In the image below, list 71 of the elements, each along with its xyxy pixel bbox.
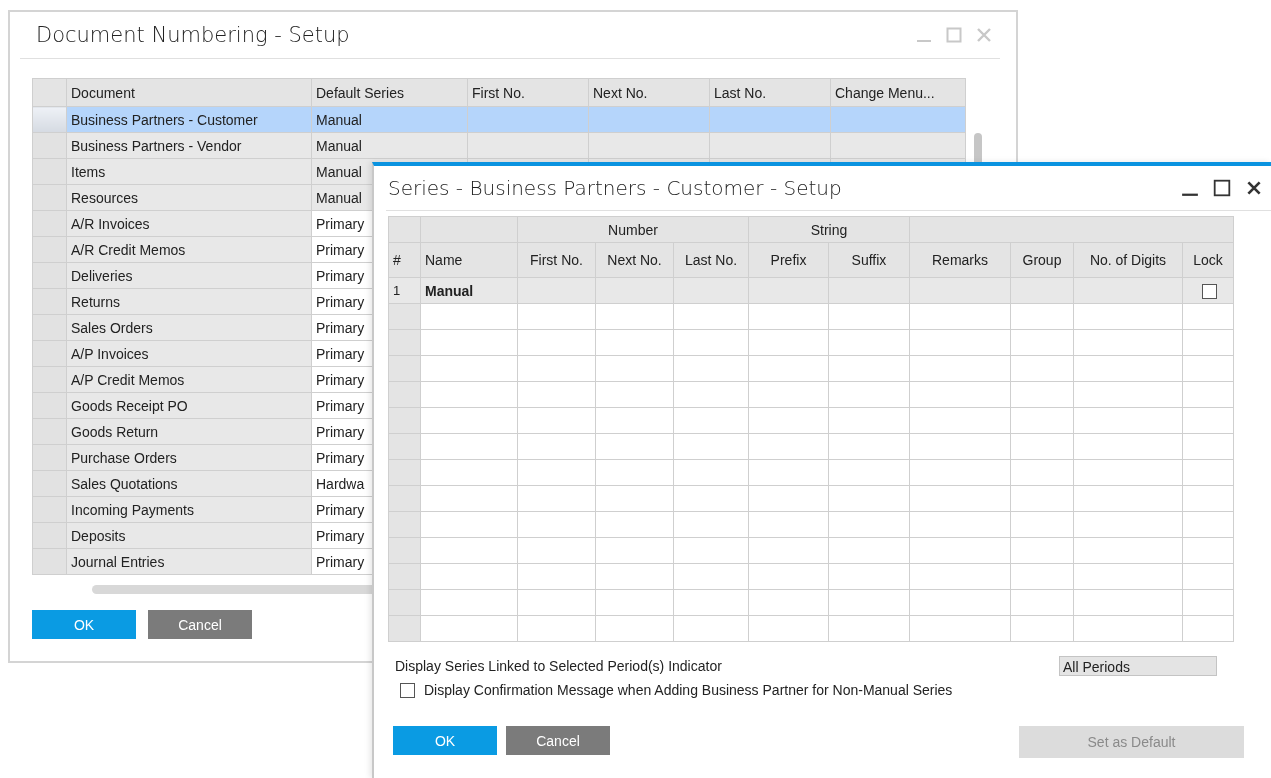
row-selector[interactable] xyxy=(32,288,67,315)
lock-checkbox[interactable] xyxy=(1202,283,1217,299)
confirmation-checkbox[interactable] xyxy=(400,682,415,698)
close-icon[interactable] xyxy=(1245,179,1263,197)
row-selector[interactable] xyxy=(32,418,67,445)
table-cell[interactable]: Items xyxy=(66,158,312,185)
column-group-header: Number xyxy=(517,216,749,243)
table-cell[interactable]: Deposits xyxy=(66,522,312,549)
table-cell[interactable]: Returns xyxy=(66,288,312,315)
column-header: First No. xyxy=(517,242,596,278)
table-cell[interactable]: Manual xyxy=(311,132,468,159)
column-header: No. of Digits xyxy=(1073,242,1183,278)
column-header: Prefix xyxy=(748,242,829,278)
column-header: Change Menu... xyxy=(830,78,966,107)
table-cell[interactable]: Goods Receipt PO xyxy=(66,392,312,419)
column-group-header: String xyxy=(748,216,910,243)
table-cell[interactable]: Sales Orders xyxy=(66,314,312,341)
table-cell[interactable]: Business Partners - Vendor xyxy=(66,132,312,159)
row-selector[interactable] xyxy=(32,470,67,497)
period-dropdown[interactable]: All Periods xyxy=(1059,656,1217,676)
table-cell[interactable]: Manual xyxy=(311,106,468,133)
maximize-icon[interactable] xyxy=(1213,179,1231,197)
row-selector[interactable] xyxy=(32,444,67,471)
table-cell[interactable]: Resources xyxy=(66,184,312,211)
table-cell[interactable]: Sales Quotations xyxy=(66,470,312,497)
window-title: Document Numbering - Setup xyxy=(36,23,350,47)
row-number: 1 xyxy=(388,277,421,304)
row-selector[interactable] xyxy=(32,366,67,393)
cancel-button[interactable]: Cancel xyxy=(506,726,610,755)
column-header: Last No. xyxy=(709,78,831,107)
row-selector[interactable] xyxy=(32,106,67,133)
table-cell[interactable]: A/R Invoices xyxy=(66,210,312,237)
table-cell[interactable]: Manual xyxy=(420,277,518,304)
column-header: First No. xyxy=(467,78,589,107)
column-header: Last No. xyxy=(673,242,749,278)
table-cell[interactable]: A/P Invoices xyxy=(66,340,312,367)
row-selector[interactable] xyxy=(32,158,67,185)
table-cell[interactable]: Goods Return xyxy=(66,418,312,445)
period-indicator-label: Display Series Linked to Selected Period(s) Indicator xyxy=(395,658,722,674)
column-header: Suffix xyxy=(828,242,910,278)
row-selector[interactable] xyxy=(32,132,67,159)
row-selector[interactable] xyxy=(32,392,67,419)
column-header: # xyxy=(388,242,421,278)
row-selector[interactable] xyxy=(32,262,67,289)
table-cell[interactable]: A/R Credit Memos xyxy=(66,236,312,263)
column-header: Document xyxy=(66,78,312,107)
row-selector[interactable] xyxy=(32,522,67,549)
row-selector[interactable] xyxy=(32,340,67,367)
row-header-corner xyxy=(32,78,67,107)
column-header: Lock xyxy=(1182,242,1234,278)
column-header: Next No. xyxy=(595,242,674,278)
row-selector[interactable] xyxy=(32,236,67,263)
row-selector[interactable] xyxy=(32,314,67,341)
row-selector[interactable] xyxy=(32,548,67,575)
column-header: Next No. xyxy=(588,78,710,107)
column-header: Default Series xyxy=(311,78,468,107)
column-header: Group xyxy=(1010,242,1074,278)
row-selector[interactable] xyxy=(32,210,67,237)
column-header: Remarks xyxy=(909,242,1011,278)
table-cell[interactable]: Incoming Payments xyxy=(66,496,312,523)
confirmation-checkbox-label: Display Confirmation Message when Adding Business Partner for Non-Manual Series xyxy=(424,682,953,698)
row-selector[interactable] xyxy=(32,184,67,211)
window-title: Series - Business Partners - Customer - Setup xyxy=(388,176,842,200)
row-selector[interactable] xyxy=(32,496,67,523)
table-cell[interactable]: Business Partners - Customer xyxy=(66,106,312,133)
table-cell[interactable]: Deliveries xyxy=(66,262,312,289)
column-header: Name xyxy=(420,242,518,278)
table-cell[interactable]: Purchase Orders xyxy=(66,444,312,471)
cancel-button[interactable]: Cancel xyxy=(148,610,252,639)
table-cell[interactable]: Journal Entries xyxy=(66,548,312,575)
table-cell[interactable]: A/P Credit Memos xyxy=(66,366,312,393)
